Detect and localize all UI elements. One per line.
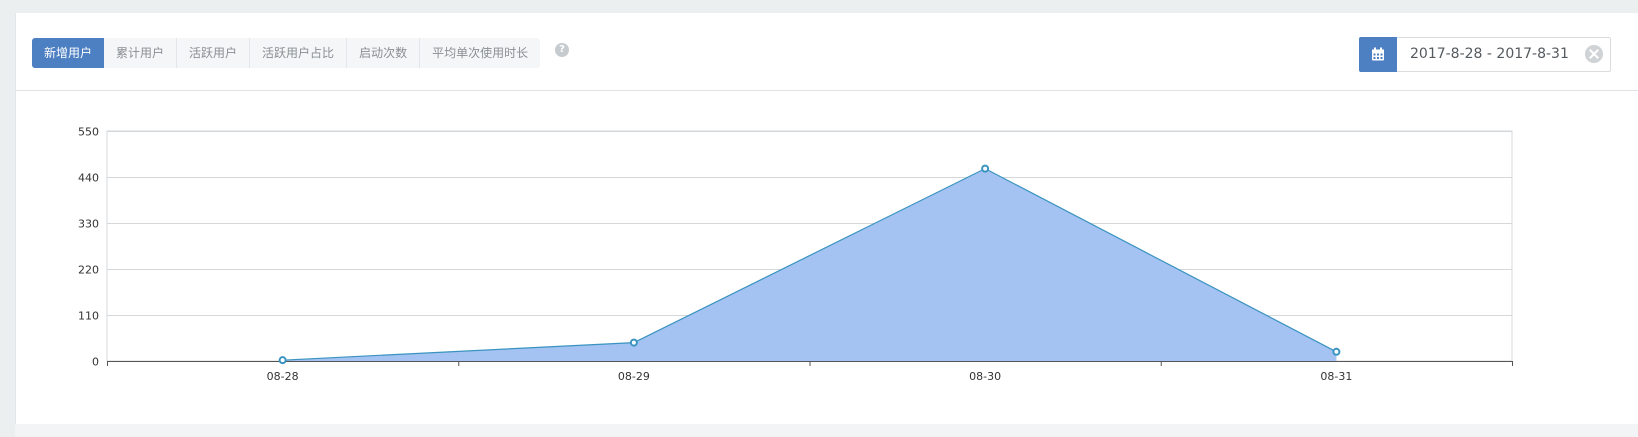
y-tick-label: 440 [78,172,99,185]
x-tick-label: 08-28 [267,370,299,383]
calendar-button[interactable] [1359,37,1397,72]
data-point [981,164,990,173]
y-tick-label: 110 [78,310,99,323]
calendar-icon [1372,47,1384,61]
series-area [282,168,1337,361]
tab-new-users[interactable]: 新增用户 [32,38,105,68]
date-range-value[interactable]: 2017-8-28 - 2017-8-31 [1410,38,1569,71]
new-users-chart: 0 110 220 330 440 550 08-28 08-29 08-30 08-31 [78,126,1513,383]
y-tick-label: 220 [78,264,99,277]
tab-active-user-ratio[interactable]: 活跃用户占比 [250,38,348,68]
data-point [278,356,287,365]
data-point [629,338,638,347]
tab-launch-count[interactable]: 启动次数 [347,38,421,68]
metric-tabs: 新增用户 累计用户 活跃用户 活跃用户占比 启动次数 平均单次使用时长 [32,38,541,68]
tab-avg-session-duration[interactable]: 平均单次使用时长 [420,38,540,68]
y-tick-label: 550 [78,126,99,139]
question-circle-icon[interactable]: ? [555,43,569,57]
y-tick-label: 330 [78,218,99,231]
clear-icon[interactable] [1585,45,1603,63]
x-tick-label: 08-31 [1320,370,1352,383]
x-tick-label: 08-30 [969,370,1001,383]
x-tick-label: 08-29 [618,370,650,383]
y-tick-label: 0 [92,356,99,369]
data-point [1332,347,1341,356]
chart-toolbar: 新增用户 累计用户 活跃用户 活跃用户占比 启动次数 平均单次使用时长 ? 20… [16,13,1638,91]
date-range-picker[interactable]: 2017-8-28 - 2017-8-31 [1359,37,1611,72]
chart-area: 0 110 220 330 440 550 08-28 08-29 08-30 08-31 [16,91,1638,424]
tab-total-users[interactable]: 累计用户 [104,38,178,68]
bottom-strip [15,424,1638,437]
chart-panel: 新增用户 累计用户 活跃用户 活跃用户占比 启动次数 平均单次使用时长 ? 20… [15,13,1638,424]
tab-active-users[interactable]: 活跃用户 [177,38,251,68]
